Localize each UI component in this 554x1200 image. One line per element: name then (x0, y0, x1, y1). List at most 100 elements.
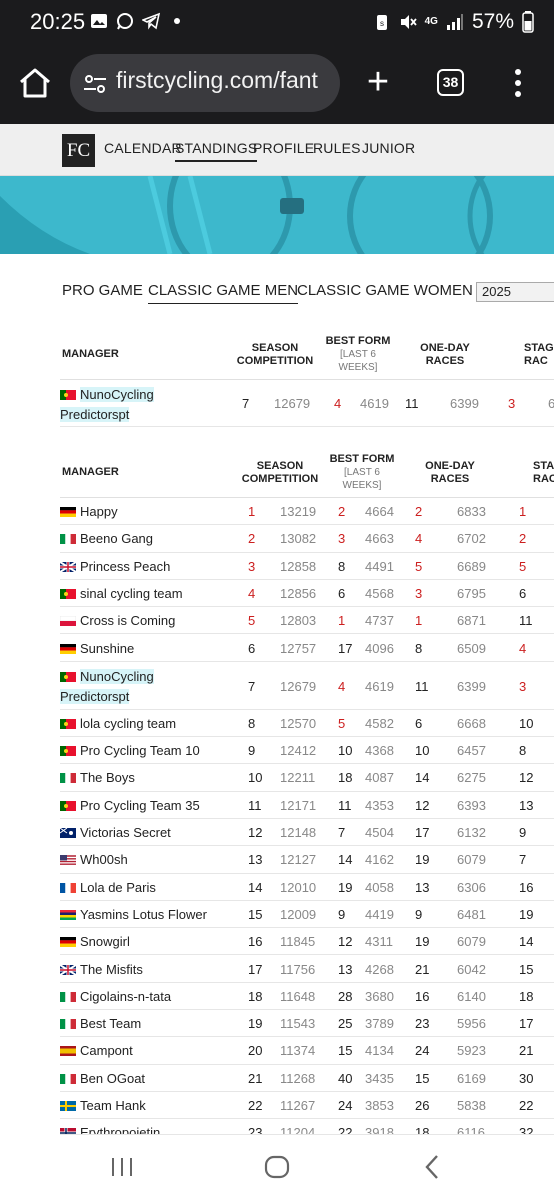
flag-de-icon (60, 507, 76, 517)
manager-name[interactable]: Beeno Gang (60, 531, 153, 546)
table-row[interactable]: Lola de Paris 14 12010 19 4058 13 6306 16 (60, 874, 554, 901)
table-row[interactable]: Pro Cycling Team 10 9 12412 10 4368 10 6457 8 (60, 737, 554, 765)
table-row[interactable]: Sunshine 6 12757 17 4096 8 6509 4 (60, 635, 554, 662)
manager-name[interactable]: Cross is Coming (60, 613, 175, 628)
manager-name[interactable]: Snowgirl (60, 934, 130, 949)
manager-name[interactable]: Victorias Secret (60, 825, 171, 840)
status-time: 20:25 (30, 9, 86, 34)
main-col-best-form-label: BEST FORM (329, 453, 395, 465)
manager-name[interactable]: Sunshine (60, 641, 134, 656)
tab-switcher-button[interactable]: 38 (437, 69, 464, 96)
form-points: 4368 (365, 743, 394, 759)
table-row[interactable]: The Boys 10 12211 18 4087 14 6275 12 (60, 764, 554, 792)
table-row[interactable]: Wh00sh 13 12127 14 4162 19 6079 7 (60, 846, 554, 874)
manager-name[interactable]: Erythropoietin (60, 1125, 160, 1135)
flag-it-icon (60, 1073, 76, 1084)
more-menu-icon[interactable] (508, 66, 528, 100)
tab-pro-game[interactable]: PRO GAME (62, 282, 143, 299)
season-points: 12211 (280, 770, 316, 786)
manager-name[interactable]: The Boys (60, 770, 135, 785)
address-bar[interactable]: firstcycling.com/fant (70, 54, 340, 112)
manager-name[interactable]: NunoCycling Predictorspt (60, 667, 180, 707)
manager-name[interactable]: Team Hank (60, 1098, 146, 1113)
main-col-one-day-l1: ONE-DAY (425, 460, 475, 472)
table-row[interactable]: Best Team 19 11543 25 3789 23 5956 17 (60, 1010, 554, 1038)
table-row[interactable]: Pro Cycling Team 35 11 12171 11 4353 12 6393 13 (60, 792, 554, 819)
my-team-row[interactable]: NunoCycling Predictorspt 7 12679 4 4619 1… (60, 380, 554, 427)
season-points: 11543 (280, 1016, 316, 1032)
manager-name[interactable]: Yasmins Lotus Flower (60, 907, 207, 922)
col-one-day-l1: ONE-DAY (420, 342, 470, 354)
table-row[interactable]: Victorias Secret 12 12148 7 4504 17 6132 9 (60, 819, 554, 847)
stage-rank: 32 (519, 1125, 534, 1135)
season-points: 12856 (280, 585, 317, 601)
table-row[interactable]: The Misfits 17 11756 13 4268 21 6042 15 (60, 956, 554, 983)
recent-apps-icon[interactable] (110, 1156, 134, 1178)
table-row[interactable]: Cigolains-n-tata 18 11648 28 3680 16 6140 18 (60, 983, 554, 1011)
manager-name[interactable]: Lola de Paris (60, 880, 156, 895)
form-rank: 18 (338, 770, 353, 786)
back-icon[interactable] (424, 1154, 440, 1180)
nav-standings[interactable]: STANDINGS (175, 140, 258, 162)
table-row[interactable]: Cross is Coming 5 12803 1 4737 1 6871 11 (60, 607, 554, 635)
manager-name[interactable]: Happy (60, 504, 118, 519)
table-row[interactable]: Snowgirl 16 11845 12 4311 19 6079 14 (60, 928, 554, 956)
stage-rank: 18 (519, 988, 534, 1004)
nav-rules[interactable]: RULES (313, 140, 361, 156)
table-row[interactable]: Princess Peach 3 12858 8 4491 5 6689 5 (60, 553, 554, 580)
home-nav-icon[interactable] (264, 1155, 290, 1179)
season-points: 12570 (280, 715, 317, 731)
flag-pt-icon (60, 746, 76, 757)
season-points: 12803 (280, 613, 317, 629)
manager-name[interactable]: Cigolains-n-tata (60, 989, 171, 1004)
manager-name[interactable]: Wh00sh (60, 852, 128, 867)
manager-name[interactable]: Campont (60, 1043, 133, 1058)
form-rank: 40 (338, 1070, 353, 1086)
home-icon[interactable] (18, 66, 52, 100)
site-settings-icon[interactable] (82, 71, 108, 97)
manager-name[interactable]: lola cycling team (60, 716, 176, 731)
nav-junior[interactable]: JUNIOR (362, 140, 415, 156)
table-row[interactable]: Campont 20 11374 15 4134 24 5923 21 (60, 1037, 554, 1065)
tab-classic-game-women[interactable]: CLASSIC GAME WOMEN (297, 282, 473, 299)
manager-name[interactable]: Ben OGoat (60, 1071, 145, 1086)
manager-name[interactable]: Princess Peach (60, 559, 170, 574)
oneday-rank: 6 (415, 715, 423, 731)
manager-name-text: Cross is Coming (80, 613, 176, 629)
table-row[interactable]: Beeno Gang 2 13082 3 4663 4 6702 2 (60, 525, 554, 553)
tab-classic-game-men[interactable]: CLASSIC GAME MEN (148, 282, 299, 304)
main-col-best-form: BEST FORM [LAST 6 WEEKS] (324, 453, 400, 492)
table-row[interactable]: sinal cycling team 4 12856 6 4568 3 6795 6 (60, 580, 554, 608)
table-row[interactable]: NunoCycling Predictorspt 7 12679 4 4619 11 639… (60, 662, 554, 710)
manager-name[interactable]: Pro Cycling Team 35 (60, 798, 200, 813)
nav-calendar[interactable]: CALENDAR (104, 140, 182, 156)
form-rank: 8 (338, 558, 346, 574)
my-team-name[interactable]: NunoCycling Predictorspt (60, 385, 154, 425)
flag-de-icon (60, 937, 76, 948)
oneday-points: 6079 (457, 934, 486, 950)
gallery-icon (91, 14, 107, 28)
stage-rank: 19 (519, 906, 534, 922)
manager-name[interactable]: The Misfits (60, 962, 143, 977)
nav-profile[interactable]: PROFILE (253, 140, 314, 156)
main-col-stage-l2: RAC (533, 473, 554, 485)
table-row[interactable]: lola cycling team 8 12570 5 4582 6 6668 10 (60, 710, 554, 738)
flag-es-icon (60, 1046, 76, 1057)
form-rank: 5 (338, 715, 346, 731)
table-row[interactable]: Erythropoietin 23 11204 22 3918 18 6116 32 (60, 1119, 554, 1135)
firstcycling-logo[interactable]: FC (62, 134, 95, 167)
manager-name[interactable]: sinal cycling team (60, 586, 183, 601)
table-row[interactable]: Ben OGoat 21 11268 40 3435 15 6169 30 (60, 1065, 554, 1092)
manager-name[interactable]: Best Team (60, 1016, 141, 1031)
table-row[interactable]: Team Hank 22 11267 24 3853 26 5838 22 (60, 1092, 554, 1120)
year-select[interactable]: 2025 (476, 282, 554, 302)
url-text[interactable]: firstcycling.com/fant (116, 67, 318, 94)
my-oneday-rank: 11 (405, 396, 419, 411)
table-row[interactable]: Yasmins Lotus Flower 15 12009 9 4419 9 6481 19 (60, 901, 554, 929)
season-rank: 8 (248, 715, 256, 731)
manager-name[interactable]: Pro Cycling Team 10 (60, 743, 200, 758)
table-row[interactable]: Happy 1 13219 2 4664 2 6833 1 (60, 498, 554, 526)
form-rank: 4 (338, 678, 346, 694)
col-best-form-sub2: WEEKS] (338, 362, 378, 373)
new-tab-button[interactable]: + (362, 62, 394, 102)
